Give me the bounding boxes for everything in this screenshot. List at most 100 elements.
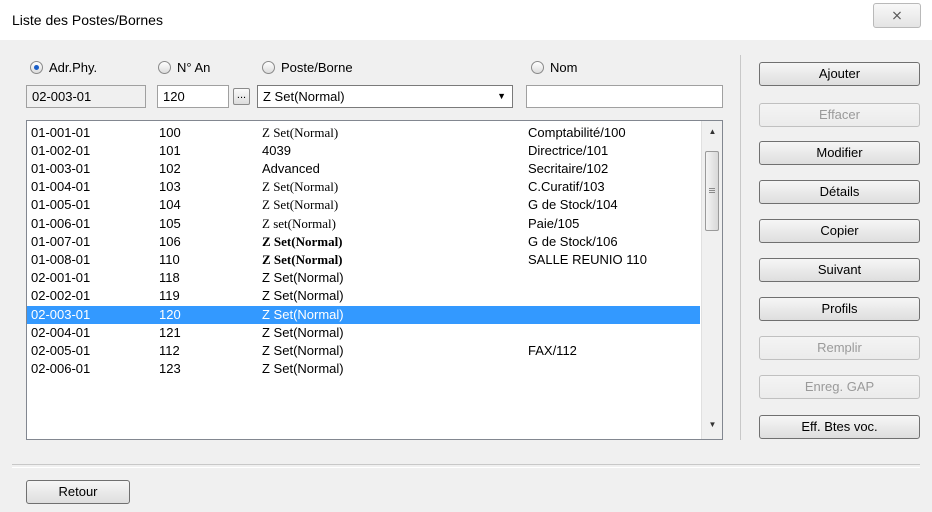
cell-adr: 02-005-01 [31,343,91,358]
copier-button[interactable]: Copier [759,219,920,243]
cell-nom: SALLE REUNIO 110 [528,252,647,267]
list-row[interactable]: 02-004-01 121 Z Set(Normal) [27,324,700,342]
poste-borne-selected: Z Set(Normal) [263,89,345,104]
list-row[interactable]: 02-001-01 118 Z Set(Normal) [27,269,700,287]
poste-borne-select[interactable]: Z Set(Normal) ▼ [257,85,513,108]
cell-poste: Z Set(Normal) [262,343,344,358]
cell-num: 118 [159,270,180,285]
radio-poste-borne[interactable]: Poste/Borne [262,60,353,75]
cell-nom: Comptabilité/100 [528,125,626,140]
cell-adr: 02-006-01 [31,361,91,376]
radio-button-icon[interactable] [262,61,275,74]
cell-nom: G de Stock/106 [528,234,618,249]
grip-line [709,190,715,191]
cell-num: 120 [159,307,181,322]
cell-poste: Advanced [262,161,320,176]
list-row[interactable]: 01-008-01 110 Z Set(Normal) SALLE REUNIO… [27,251,700,269]
cell-num: 112 [159,343,180,358]
cell-nom: Secritaire/102 [528,161,609,176]
list-row[interactable]: 01-006-01 105 Z set(Normal) Paie/105 [27,215,700,233]
close-button[interactable]: ⨯ [873,3,921,28]
radio-label: Nom [550,60,578,75]
suivant-button[interactable]: Suivant [759,258,920,282]
scroll-thumb[interactable] [705,151,719,231]
list-row[interactable]: 01-001-01 100 Z Set(Normal) Comptabilité… [27,124,700,142]
cell-nom: Paie/105 [528,216,580,231]
cell-num: 101 [159,143,181,158]
radio-nom[interactable]: Nom [531,60,577,75]
cell-adr: 02-001-01 [31,270,91,285]
radio-button-icon[interactable] [158,61,171,74]
cell-poste: Z Set(Normal) [262,197,339,212]
cell-num: 123 [159,361,181,376]
list-scrollbar[interactable]: ▲ ▼ [701,121,722,439]
cell-adr: 01-006-01 [31,216,91,231]
cell-adr: 01-003-01 [31,161,91,176]
effacer-button[interactable]: Effacer [759,103,920,127]
cell-adr: 01-005-01 [31,197,91,212]
remplir-button[interactable]: Remplir [759,336,920,360]
num-an-field[interactable]: 120 [157,85,229,108]
cell-adr: 02-002-01 [31,288,91,303]
cell-adr: 01-007-01 [31,234,91,249]
list-row[interactable]: 01-004-01 103 Z Set(Normal) C.Curatif/10… [27,178,700,196]
list-row[interactable]: 02-006-01 123 Z Set(Normal) [27,360,700,378]
cell-adr: 01-008-01 [31,252,91,267]
radio-label: Poste/Borne [281,60,353,75]
grip-line [709,188,715,189]
cell-num: 102 [159,161,181,176]
cell-adr: 02-004-01 [31,325,91,340]
retour-button[interactable]: Retour [26,480,130,504]
cell-num: 121 [159,325,181,340]
cell-adr: 02-003-01 [31,307,91,322]
cell-poste: Z Set(Normal) [262,179,339,194]
cell-poste: Z Set(Normal) [262,325,344,340]
grip-line [709,192,715,193]
list-row[interactable]: 01-003-01 102 Advanced Secritaire/102 [27,160,700,178]
cell-poste: Z set(Normal) [262,216,337,231]
cell-num: 106 [159,234,181,249]
list-row[interactable]: 01-007-01 106 Z Set(Normal) G de Stock/1… [27,233,700,251]
browse-button[interactable]: ... [233,88,250,105]
radio-num-an[interactable]: N° An [158,60,210,75]
cell-adr: 01-004-01 [31,179,91,194]
modifier-button[interactable]: Modifier [759,141,920,165]
cell-num: 110 [159,252,180,267]
cell-poste: Z Set(Normal) [262,307,344,322]
list-row[interactable]: 01-005-01 104 Z Set(Normal) G de Stock/1… [27,196,700,214]
list-row[interactable]: 02-002-01 119 Z Set(Normal) [27,287,700,305]
horizontal-divider [12,464,920,468]
list-row[interactable]: 02-005-01 112 Z Set(Normal) FAX/112 [27,342,700,360]
chevron-down-icon[interactable]: ▼ [497,86,506,107]
vertical-divider [740,55,741,440]
cell-num: 119 [159,288,180,303]
cell-nom: FAX/112 [528,343,577,358]
cell-num: 100 [159,125,181,140]
list-row-selected[interactable]: 02-003-01 120 Z Set(Normal) [27,306,700,324]
scroll-down-arrow-icon[interactable]: ▼ [702,416,722,434]
cell-nom: C.Curatif/103 [528,179,605,194]
cell-nom: G de Stock/104 [528,197,618,212]
cell-num: 103 [159,179,181,194]
scroll-up-arrow-icon[interactable]: ▲ [702,123,722,141]
radio-adr-phy[interactable]: Adr.Phy. [30,60,97,75]
cell-adr: 01-002-01 [31,143,91,158]
details-button[interactable]: Détails [759,180,920,204]
postes-list[interactable]: 01-001-01 100 Z Set(Normal) Comptabilité… [26,120,723,440]
radio-label: N° An [177,60,211,75]
cell-poste: Z Set(Normal) [262,270,344,285]
enreg-gap-button[interactable]: Enreg. GAP [759,375,920,399]
ajouter-button[interactable]: Ajouter [759,62,920,86]
cell-num: 105 [159,216,181,231]
cell-poste: 4039 [262,143,291,158]
radio-label: Adr.Phy. [49,60,98,75]
profils-button[interactable]: Profils [759,297,920,321]
adr-phy-field[interactable]: 02-003-01 [26,85,146,108]
radio-button-icon[interactable] [30,61,43,74]
cell-poste: Z Set(Normal) [262,361,344,376]
list-row[interactable]: 01-002-01 101 4039 Directrice/101 [27,142,700,160]
eff-btes-voc-button[interactable]: Eff. Btes voc. [759,415,920,439]
radio-button-icon[interactable] [531,61,544,74]
title-bar: Liste des Postes/Bornes ⨯ [0,0,932,40]
nom-field[interactable] [526,85,723,108]
